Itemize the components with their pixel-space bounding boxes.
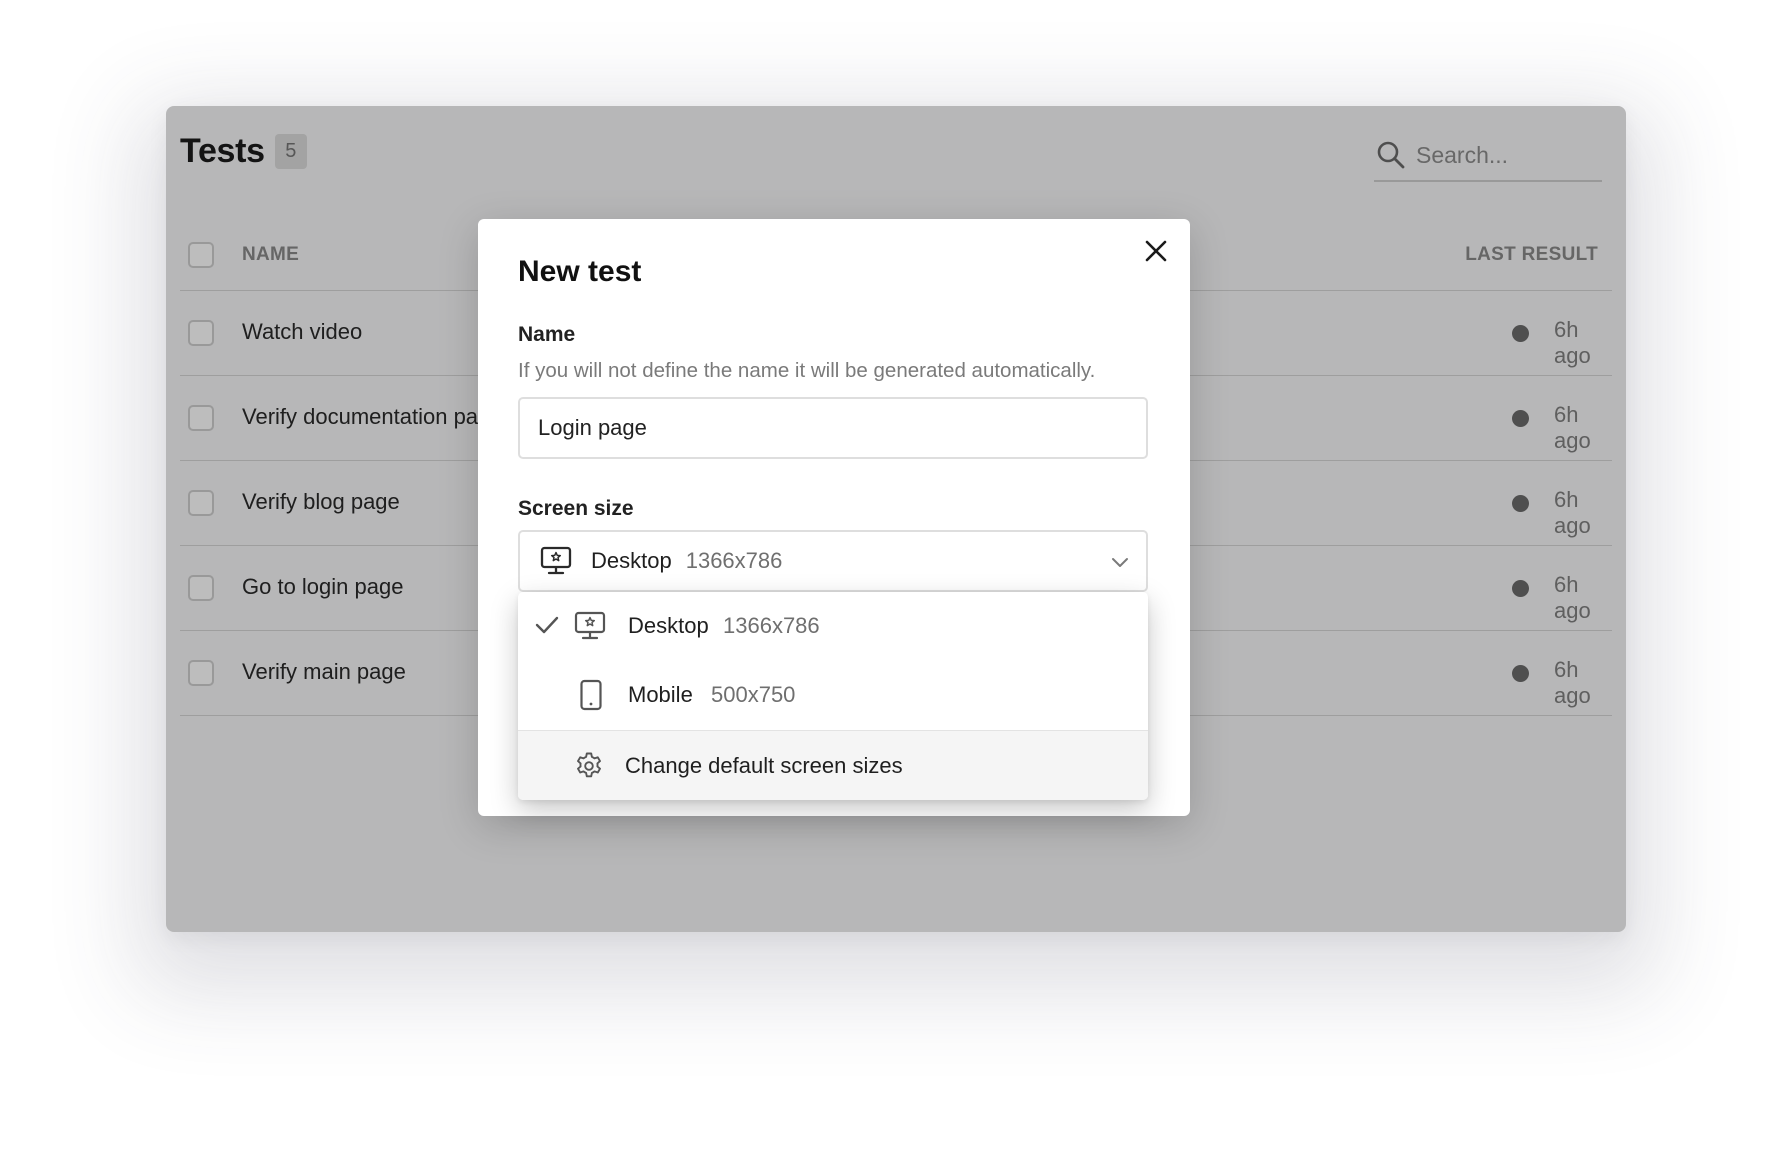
chevron-down-icon[interactable]	[1110, 552, 1130, 572]
new-test-modal: New test Name If you will not define the…	[478, 219, 1190, 816]
name-label: Name	[518, 323, 576, 346]
option-size: 1366x786	[723, 613, 820, 638]
name-help-text: If you will not define the name it will …	[518, 359, 1096, 382]
change-default-screen-sizes-item[interactable]: Change default screen sizes	[518, 731, 1148, 800]
screen-size-dropdown: Desktop 1366x786 Mobile 500x750 Change d	[518, 592, 1148, 800]
modal-title: New test	[518, 255, 642, 288]
screen-size-select[interactable]: Desktop 1366x786	[518, 530, 1148, 592]
desktop-icon	[574, 611, 606, 641]
name-input[interactable]	[518, 397, 1148, 459]
option-desktop[interactable]: Desktop 1366x786	[518, 592, 1148, 660]
selected-screen-label: Desktop	[591, 548, 672, 573]
option-label: Mobile	[628, 682, 693, 707]
screen-size-label: Screen size	[518, 497, 634, 520]
settings-label: Change default screen sizes	[625, 753, 903, 778]
option-size: 500x750	[711, 682, 796, 707]
check-icon	[535, 616, 559, 634]
desktop-icon	[540, 546, 572, 576]
mobile-icon	[579, 679, 603, 711]
option-mobile[interactable]: Mobile 500x750	[518, 661, 1148, 729]
selected-screen-size: 1366x786	[685, 548, 783, 573]
close-icon[interactable]	[1142, 237, 1170, 265]
gear-icon	[574, 751, 604, 781]
option-label: Desktop	[628, 613, 709, 638]
